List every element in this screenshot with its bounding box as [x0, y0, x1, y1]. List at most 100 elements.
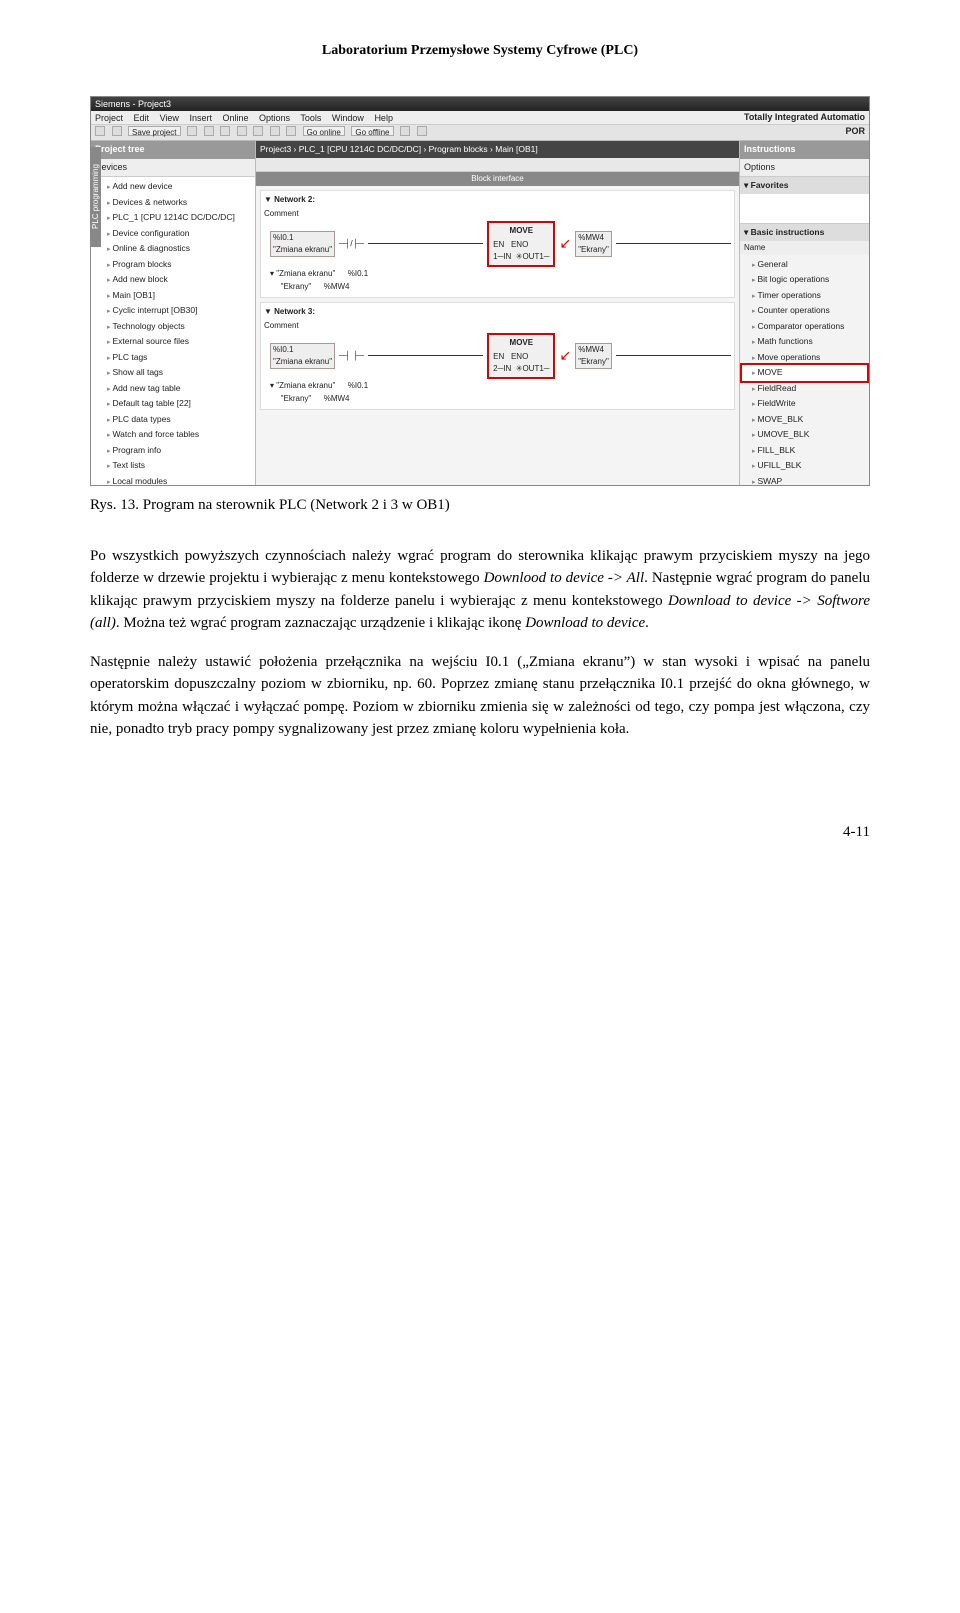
plc-programming-sidetab[interactable]: PLC programming: [90, 147, 101, 247]
tree-item[interactable]: PLC tags: [97, 350, 255, 366]
toolbar-icon[interactable]: [417, 126, 427, 136]
brand-label: Totally Integrated Automatio POR: [744, 111, 865, 138]
contact-tag[interactable]: %I0.1 "Zmiana ekranu": [270, 343, 335, 369]
rail-line: [368, 355, 483, 356]
bottom-output: "Ekrany": [281, 393, 312, 405]
page-number: 4-11: [90, 821, 870, 844]
menu-edit[interactable]: Edit: [134, 113, 150, 123]
tree-item[interactable]: PLC_1 [CPU 1214C DC/DC/DC]: [97, 210, 255, 226]
instruction-item[interactable]: Move operations: [742, 350, 867, 366]
tree-item[interactable]: Add new device: [97, 179, 255, 195]
project-tree-title: Project tree: [91, 141, 255, 159]
network-3-title: Network 3:: [274, 307, 315, 316]
tree-item[interactable]: Program info: [97, 443, 255, 459]
instruction-item[interactable]: UMOVE_BLK: [742, 427, 867, 443]
move-block[interactable]: MOVE EN ENO 1─IN ✳OUT1─: [487, 221, 555, 267]
network-2: ▼ Network 2: Comment %I0.1 "Zmiana ekran…: [260, 190, 735, 298]
instructions-title: Instructions: [740, 141, 869, 159]
annotation-arrow-icon: ↙: [559, 233, 571, 254]
tree-item[interactable]: Default tag table [22]: [97, 396, 255, 412]
tree-item[interactable]: Program blocks: [97, 257, 255, 273]
project-tree[interactable]: Project tree Devices Add new deviceDevic…: [91, 141, 256, 485]
rail-line: [616, 355, 731, 356]
rail-line: [368, 243, 483, 244]
tree-item[interactable]: Main [OB1]: [97, 288, 255, 304]
page-header: Laboratorium Przemysłowe Systemy Cyfrowe…: [90, 40, 870, 61]
toolbar-icon[interactable]: [187, 126, 197, 136]
toolbar-icon[interactable]: [204, 126, 214, 136]
tree-item[interactable]: Technology objects: [97, 319, 255, 335]
menu-online[interactable]: Online: [222, 113, 248, 123]
tree-item[interactable]: Add new tag table: [97, 381, 255, 397]
output-tag[interactable]: %MW4 "Ekrany": [575, 343, 612, 369]
toolbar-icon[interactable]: [220, 126, 230, 136]
menu-options[interactable]: Options: [259, 113, 290, 123]
window-titlebar: Siemens - Project3: [91, 97, 869, 111]
tia-portal-screenshot: PLC programming Siemens - Project3 Proje…: [90, 96, 870, 486]
menu-insert[interactable]: Insert: [189, 113, 212, 123]
editor-pane: Project3 › PLC_1 [CPU 1214C DC/DC/DC] › …: [256, 141, 739, 485]
paragraph-1: Po wszystkich powyższych czynnościach na…: [90, 545, 870, 635]
menu-view[interactable]: View: [160, 113, 179, 123]
editor-breadcrumb[interactable]: Project3 › PLC_1 [CPU 1214C DC/DC/DC] › …: [256, 141, 739, 158]
tree-item[interactable]: Watch and force tables: [97, 427, 255, 443]
tree-item[interactable]: Show all tags: [97, 365, 255, 381]
toolbar-icon[interactable]: [270, 126, 280, 136]
tree-item[interactable]: PLC data types: [97, 412, 255, 428]
instruction-item[interactable]: UFILL_BLK: [742, 458, 867, 474]
network-2-comment: Comment: [264, 208, 731, 220]
toolbar-icon[interactable]: [95, 126, 105, 136]
tree-item[interactable]: Device configuration: [97, 226, 255, 242]
toolbar-icon[interactable]: [112, 126, 122, 136]
editor-toolbar[interactable]: [256, 158, 739, 172]
instruction-item[interactable]: Bit logic operations: [742, 272, 867, 288]
instruction-item[interactable]: MOVE: [742, 365, 867, 381]
toolbar-icon[interactable]: [400, 126, 410, 136]
menu-window[interactable]: Window: [332, 113, 364, 123]
output-tag[interactable]: %MW4 "Ekrany": [575, 231, 612, 257]
tree-item[interactable]: Text lists: [97, 458, 255, 474]
favorites-section[interactable]: ▾ Favorites: [740, 177, 869, 194]
basic-instructions-section[interactable]: ▾ Basic instructions: [740, 224, 869, 241]
annotation-arrow-icon: ↙: [559, 345, 571, 366]
tree-item[interactable]: Cyclic interrupt [OB30]: [97, 303, 255, 319]
bottom-contact: ▾ "Zmiana ekranu": [270, 268, 335, 280]
network-2-title: Network 2:: [274, 195, 315, 204]
toolbar-icon[interactable]: [237, 126, 247, 136]
menu-help[interactable]: Help: [374, 113, 393, 123]
devices-tab[interactable]: Devices: [91, 159, 255, 178]
instruction-item[interactable]: Math functions: [742, 334, 867, 350]
tree-item[interactable]: Devices & networks: [97, 195, 255, 211]
block-interface-bar[interactable]: Block interface: [256, 172, 739, 186]
instruction-item[interactable]: General: [742, 257, 867, 273]
move-block[interactable]: MOVE EN ENO 2─IN ✳OUT1─: [487, 333, 555, 379]
instruction-item[interactable]: Timer operations: [742, 288, 867, 304]
save-project-button[interactable]: Save project: [128, 126, 180, 136]
instruction-item[interactable]: FieldRead: [742, 381, 867, 397]
instructions-pane[interactable]: Instructions Options ▾ Favorites ▾ Basic…: [739, 141, 869, 485]
toolbar-icon[interactable]: [253, 126, 263, 136]
go-offline-button[interactable]: Go offline: [351, 126, 393, 136]
menu-tools[interactable]: Tools: [300, 113, 321, 123]
options-header[interactable]: Options: [740, 159, 869, 178]
tree-item[interactable]: Online & diagnostics: [97, 241, 255, 257]
menu-project[interactable]: Project: [95, 113, 123, 123]
instruction-item[interactable]: FILL_BLK: [742, 443, 867, 459]
go-online-button[interactable]: Go online: [303, 126, 345, 136]
instruction-item[interactable]: MOVE_BLK: [742, 412, 867, 428]
instruction-item[interactable]: Comparator operations: [742, 319, 867, 335]
bottom-output: "Ekrany": [281, 281, 312, 293]
rail-line: [616, 243, 731, 244]
tree-item[interactable]: External source files: [97, 334, 255, 350]
tree-item[interactable]: Local modules: [97, 474, 255, 486]
favorites-body: [740, 194, 869, 224]
toolbar-icon[interactable]: [286, 126, 296, 136]
tree-item[interactable]: Add new block: [97, 272, 255, 288]
column-name: Name: [740, 241, 869, 255]
instruction-item[interactable]: SWAP: [742, 474, 867, 486]
contact-tag[interactable]: %I0.1 "Zmiana ekranu": [270, 231, 335, 257]
figure-caption: Rys. 13. Program na sterownik PLC (Netwo…: [90, 494, 870, 517]
paragraph-2: Następnie należy ustawić położenia przeł…: [90, 651, 870, 741]
instruction-item[interactable]: FieldWrite: [742, 396, 867, 412]
instruction-item[interactable]: Counter operations: [742, 303, 867, 319]
